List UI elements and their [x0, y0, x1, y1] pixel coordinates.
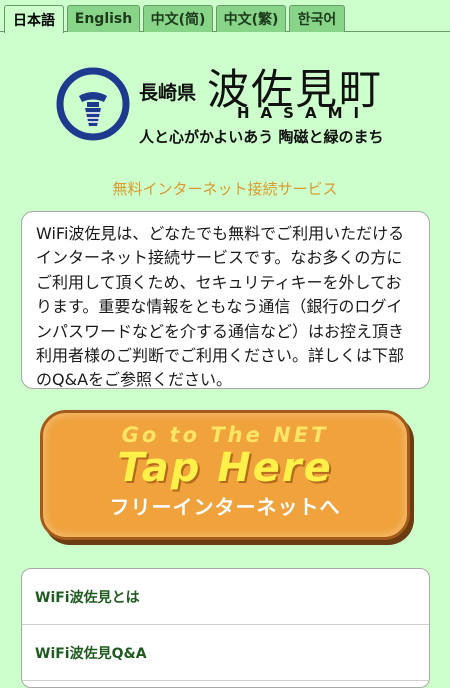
tab-japanese[interactable]: 日本語: [4, 5, 64, 33]
info-box: WiFi波佐見は、どなたでも無料でご利用いただけるインターネット接続サービスです…: [21, 211, 430, 389]
town-slogan: 人と心がかよいあう 陶磁と緑のまち: [139, 128, 384, 146]
cta-line-go-to-net: Go to The NET: [121, 423, 329, 447]
town-roman-name: HASAMI: [237, 104, 371, 122]
language-tabs: 日本語 English 中文(简) 中文(繁) 한국어: [0, 0, 450, 33]
cta-line-tap-here: Tap Here: [117, 445, 333, 491]
tab-korean[interactable]: 한국어: [289, 5, 345, 32]
menu-item-about-wifi[interactable]: WiFi波佐見とは: [22, 569, 429, 625]
tab-chinese-traditional[interactable]: 中文(繁): [216, 5, 286, 32]
prefecture-name: 長崎県: [139, 82, 197, 104]
cta-line-free-internet: フリーインターネットへ: [109, 495, 341, 519]
tab-chinese-simplified[interactable]: 中文(简): [143, 5, 213, 32]
info-menu: WiFi波佐見とは WiFi波佐見Q&A: [21, 568, 430, 688]
tab-english[interactable]: English: [67, 5, 140, 32]
town-emblem-icon: [56, 67, 130, 141]
info-text: WiFi波佐見は、どなたでも無料でご利用いただけるインターネット接続サービスです…: [36, 224, 405, 390]
service-title: 無料インターネット接続サービス: [112, 180, 338, 198]
internet-connect-button[interactable]: Go to The NET Tap Here フリーインターネットへ: [40, 410, 410, 540]
hasami-logo: 長崎県 波佐見町 HASAMI 人と心がかよいあう 陶磁と緑のまち: [55, 58, 405, 158]
